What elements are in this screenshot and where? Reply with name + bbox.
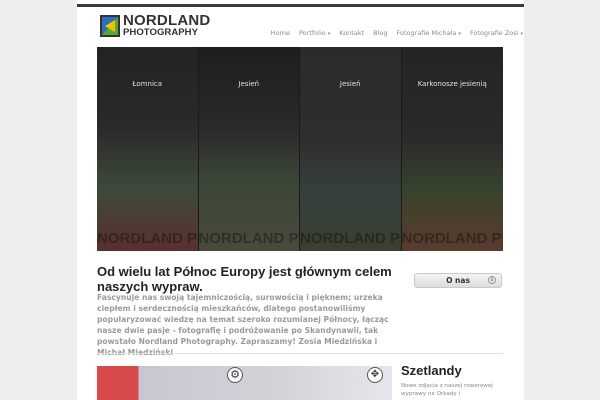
main-nav: Home Portfolio ▾ Kontakt Blog Fotografie … xyxy=(262,29,523,39)
nav-item-label: Home xyxy=(270,29,290,37)
photo-gallery-slider: Łomnica NORDLAND PHOTOGRAPHY Jesień NORD… xyxy=(97,47,503,251)
nav-item-label: Fotografie Michała xyxy=(396,29,457,37)
watermark: NORDLAND PHOTOGRAPHY xyxy=(300,230,401,247)
nav-item-home[interactable]: Home xyxy=(271,29,290,39)
gallery-panel[interactable]: Jesień NORDLAND PHOTOGRAPHY xyxy=(198,47,300,251)
nav-item-label: Kontakt xyxy=(339,29,365,37)
nav-item-fotografie-zosi[interactable]: Fotografie Zosi ▾ xyxy=(470,29,523,39)
gallery-caption: Łomnica xyxy=(132,80,163,88)
featured-photo[interactable]: ⚙ ✥ xyxy=(97,366,392,400)
nav-item-kontakt[interactable]: Kontakt xyxy=(339,29,364,39)
watermark: NORDLAND PHOTOGRAPHY xyxy=(198,230,300,247)
about-us-button[interactable]: O nas ↓ xyxy=(414,273,502,288)
move-icon[interactable]: ✥ xyxy=(367,367,383,383)
gallery-caption: Jesień xyxy=(238,80,260,88)
page-headline: Od wielu lat Północ Europy jest głównym … xyxy=(97,264,392,294)
nav-item-portfolio[interactable]: Portfolio ▾ xyxy=(299,29,330,39)
gear-icon[interactable]: ⚙ xyxy=(227,367,243,383)
gallery-panel[interactable]: Jesień NORDLAND PHOTOGRAPHY xyxy=(300,47,402,251)
nav-item-fotografie-michala[interactable]: Fotografie Michała ▾ xyxy=(397,29,461,39)
logo-mark-icon xyxy=(100,15,120,37)
nav-item-label: Blog xyxy=(373,29,388,37)
intro-text: Fascynuje nas swoją tajemniczością, suro… xyxy=(97,293,389,357)
feature-title[interactable]: Szetlandy xyxy=(401,363,462,378)
chevron-down-icon: ▾ xyxy=(327,31,331,37)
feature-text: Nowe zdjęcia z naszej rowerowej wyprawy … xyxy=(401,383,493,397)
section-divider xyxy=(97,353,503,354)
top-bar xyxy=(77,4,524,7)
gallery-caption: Jesień xyxy=(339,80,361,88)
watermark: NORDLAND PHOTOGRAPHY xyxy=(401,230,504,247)
gallery-panel[interactable]: Karkonosze jesienią NORDLAND PHOTOGRAPHY xyxy=(401,47,504,251)
gallery-panel[interactable]: Łomnica NORDLAND PHOTOGRAPHY xyxy=(97,47,199,251)
arrow-down-circle-icon: ↓ xyxy=(488,276,496,284)
watermark: NORDLAND PHOTOGRAPHY xyxy=(97,230,198,247)
nav-item-label: Portfolio xyxy=(298,29,326,37)
nav-item-label: Fotografie Zosi xyxy=(469,29,519,37)
site-logo[interactable]: NORDLAND PHOTOGRAPHY xyxy=(100,13,210,39)
chevron-down-icon: ▾ xyxy=(520,31,523,37)
logo-text-photography: PHOTOGRAPHY xyxy=(123,27,198,38)
gallery-caption: Karkonosze jesienią xyxy=(417,80,487,88)
chevron-down-icon: ▾ xyxy=(458,31,461,37)
about-us-button-label: O nas xyxy=(446,276,470,285)
nav-item-blog[interactable]: Blog xyxy=(373,29,387,39)
